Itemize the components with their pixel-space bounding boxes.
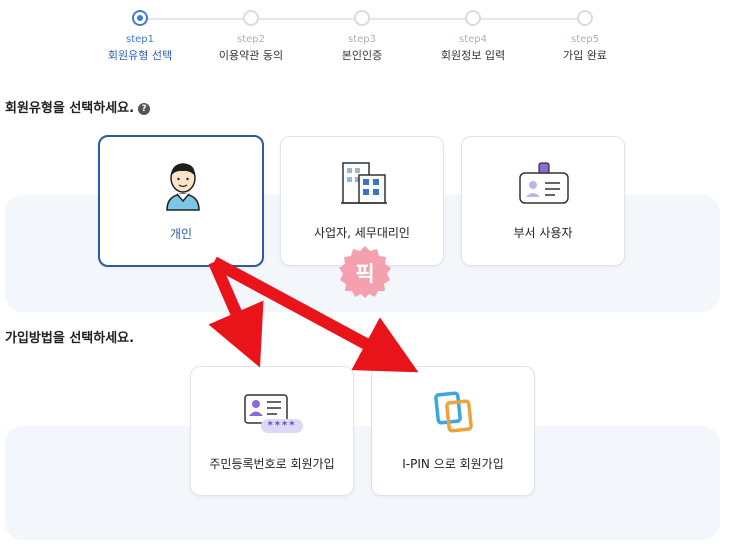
join-method-band (5, 426, 720, 540)
step1-label: 회원유형 선택 (107, 49, 173, 62)
step4-label: 회원정보 입력 (440, 49, 506, 62)
id-badge-icon (519, 162, 569, 204)
step2-number: step2 (237, 34, 265, 45)
step5-number: step5 (571, 34, 599, 45)
join-method-title: 가입방법을 선택하세요. (5, 331, 135, 346)
masked-number-text: **** (267, 420, 297, 431)
pick-badge: 픽 (338, 245, 392, 299)
ipin-label: I-PIN 으로 회원가입 (402, 457, 504, 471)
step3-number: step3 (348, 34, 376, 45)
step5-label: 가입 완료 (563, 49, 607, 62)
business-label: 사업자, 세무대리인 (314, 226, 410, 240)
member-type-heading: 회원유형을 선택하세요.? (5, 97, 151, 116)
department-label: 부서 사용자 (513, 226, 573, 240)
step4-indicator (465, 10, 481, 26)
step3-label: 본인인증 (341, 49, 383, 62)
member-type-title: 회원유형을 선택하세요. (5, 101, 135, 116)
step1-indicator (132, 10, 148, 26)
step2-label: 이용약관 동의 (218, 49, 284, 62)
step1-number: step1 (126, 34, 154, 45)
pick-badge-text: 픽 (355, 262, 375, 286)
building-icon (341, 162, 387, 204)
step4-number: step4 (459, 34, 487, 45)
help-icon[interactable]: ? (138, 103, 151, 115)
person-icon (166, 163, 200, 211)
step3-indicator (354, 10, 370, 26)
join-by-ipin-card[interactable]: I-PIN 으로 회원가입 (371, 366, 535, 496)
member-type-department-card[interactable]: 부서 사용자 (461, 136, 625, 266)
member-type-individual-card[interactable]: 개인 (98, 135, 264, 267)
resident-number-label: 주민등록번호로 회원가입 (209, 457, 335, 471)
ipin-icon (434, 391, 473, 433)
join-by-resident-number-card[interactable]: **** 주민등록번호로 회원가입 (190, 366, 354, 496)
step2-indicator (243, 10, 259, 26)
individual-label: 개인 (169, 227, 193, 241)
step5-indicator (577, 10, 593, 26)
